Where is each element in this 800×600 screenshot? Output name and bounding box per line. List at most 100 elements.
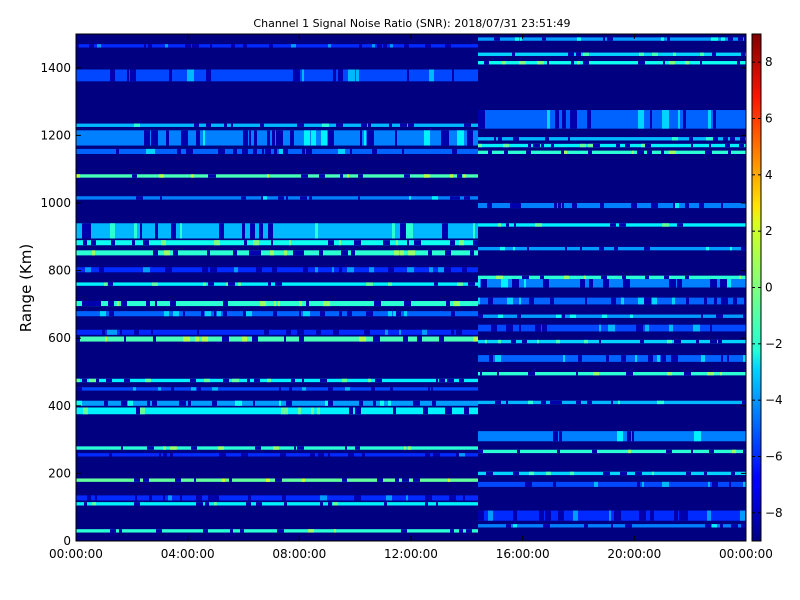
snr-gap [663, 61, 665, 65]
snr-gap [197, 329, 199, 335]
snr-speckle [205, 311, 211, 317]
snr-gap [431, 387, 433, 391]
snr-gap [173, 250, 178, 256]
snr-gap [425, 502, 428, 506]
snr-gap [623, 279, 630, 288]
snr-speckle [583, 52, 589, 56]
snr-gap [328, 400, 333, 406]
snr-gap [151, 329, 153, 335]
snr-gap [341, 250, 348, 256]
snr-gap [498, 137, 502, 141]
snr-speckle [388, 400, 391, 406]
snr-gap [741, 246, 746, 251]
snr-speckle [97, 44, 101, 48]
snr-speckle [693, 324, 695, 332]
snr-gap [163, 453, 167, 457]
snr-gap [541, 400, 546, 405]
snr-gap [108, 301, 114, 307]
snr-gap [400, 123, 407, 127]
snr-gap [710, 279, 717, 288]
snr-gap [268, 282, 271, 286]
snr-band [76, 69, 478, 82]
snr-gap [302, 378, 304, 383]
snr-speckle [117, 301, 119, 307]
snr-speckle [242, 336, 247, 342]
snr-gap [601, 275, 607, 280]
snr-gap [709, 143, 711, 148]
snr-speckle [356, 69, 359, 82]
snr-gap [468, 282, 475, 286]
snr-gap [739, 143, 744, 148]
snr-gap [212, 400, 217, 406]
snr-gap [457, 174, 462, 178]
snr-speckle [652, 471, 654, 476]
snr-gap [119, 529, 122, 533]
snr-gap [76, 336, 80, 342]
snr-speckle [669, 61, 675, 65]
snr-gap [425, 453, 430, 457]
snr-gap [459, 378, 464, 383]
snr-gap [230, 529, 233, 533]
snr-gap [155, 223, 158, 239]
snr-gap [210, 174, 216, 178]
snr-speckle [678, 110, 680, 129]
x-tick-label: 12:00:00 [384, 547, 438, 561]
snr-gap [254, 130, 257, 146]
snr-speckle [463, 174, 466, 178]
snr-speckle [669, 324, 673, 332]
snr-speckle [706, 246, 709, 251]
snr-gap [147, 400, 150, 406]
snr-gap [84, 502, 87, 506]
snr-speckle [537, 339, 539, 344]
snr-speckle [498, 339, 501, 344]
snr-speckle [347, 267, 354, 273]
snr-gap [666, 449, 672, 454]
snr-gap [528, 372, 535, 376]
y-tick-label: 1200 [40, 128, 71, 142]
snr-speckle [333, 502, 338, 506]
snr-speckle [519, 297, 521, 305]
snr-gap [377, 44, 382, 48]
snr-gap [210, 44, 212, 48]
snr-gap [280, 453, 286, 457]
snr-speckle [396, 240, 398, 246]
snr-gap [259, 223, 263, 239]
snr-band [478, 372, 746, 376]
colorbar-tick-label: 4 [765, 168, 773, 182]
snr-speckle [195, 336, 199, 342]
snr-gap [203, 529, 208, 533]
snr-gap [712, 52, 716, 56]
snr-gap [286, 329, 291, 335]
snr-gap [645, 143, 651, 148]
snr-gap [333, 69, 336, 82]
snr-gap [639, 510, 646, 521]
snr-speckle [107, 329, 112, 335]
snr-gap [177, 148, 181, 154]
snr-speckle [191, 387, 196, 391]
snr-gap [432, 400, 436, 406]
snr-gap [456, 329, 462, 335]
snr-speckle [503, 143, 509, 148]
snr-gap [547, 61, 549, 65]
snr-gap [253, 400, 255, 406]
snr-speckle [457, 130, 464, 146]
snr-speckle [459, 240, 464, 246]
snr-gap [436, 378, 438, 383]
snr-speckle [694, 431, 701, 442]
snr-speckle [453, 301, 460, 307]
snr-gap [506, 400, 508, 405]
snr-gap [718, 339, 722, 344]
snr-gap [297, 446, 304, 450]
snr-gap [170, 301, 176, 307]
snr-speckle [390, 44, 393, 48]
snr-speckle [408, 446, 411, 450]
snr-speckle [498, 223, 501, 227]
y-axis-label: Range (Km) [17, 244, 35, 332]
snr-speckle [253, 240, 259, 246]
snr-gap [539, 510, 544, 521]
snr-speckle [632, 150, 634, 154]
snr-gap [249, 250, 254, 256]
snr-gap [328, 387, 333, 391]
snr-speckle [695, 324, 700, 332]
snr-gap [401, 529, 407, 533]
